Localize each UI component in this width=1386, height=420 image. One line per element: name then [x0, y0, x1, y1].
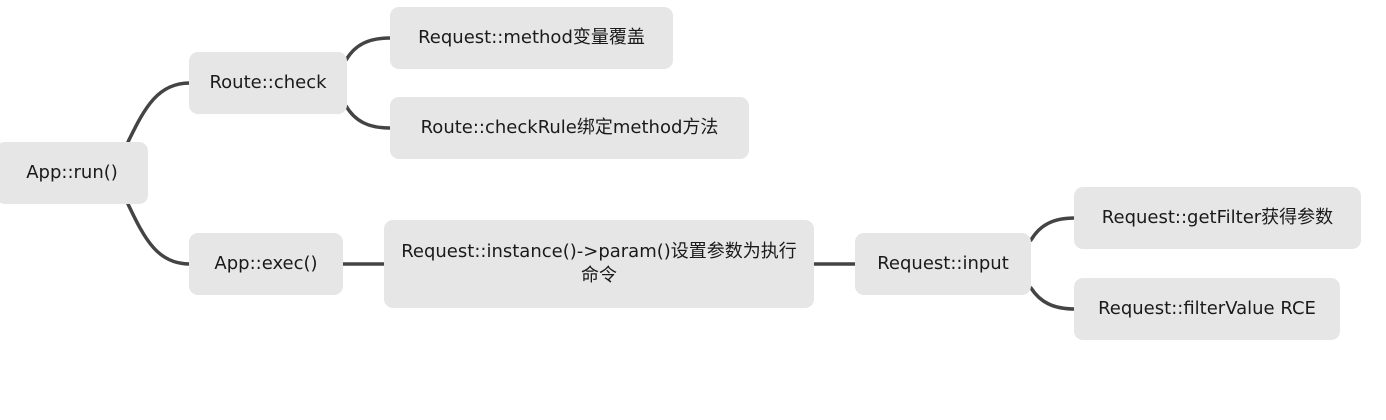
edge-app-run-to-app-exec — [126, 202, 192, 266]
edge-route-check-to-check-rule — [344, 104, 392, 130]
node-filter-value: Request::filterValue RCE — [1074, 278, 1340, 340]
node-request-input: Request::input — [855, 233, 1031, 295]
node-app-exec: App::exec() — [189, 233, 343, 295]
node-app-run-label: App::run() — [26, 162, 118, 183]
node-route-check-label: Route::check — [209, 72, 327, 93]
node-get-filter: Request::getFilter获得参数 — [1074, 187, 1361, 249]
node-get-filter-label: Request::getFilter获得参数 — [1101, 207, 1334, 228]
node-instance-param: Request::instance()->param()设置参数为执行命令 — [384, 220, 814, 308]
node-filter-value-label: Request::filterValue RCE — [1098, 298, 1316, 319]
node-method-override: Request::method变量覆盖 — [390, 7, 673, 69]
node-app-run: App::run() — [0, 142, 148, 204]
node-route-check: Route::check — [189, 52, 347, 114]
edge-request-input-to-get-filter — [1029, 216, 1077, 242]
node-check-rule: Route::checkRule绑定method方法 — [390, 97, 749, 159]
edge-route-check-to-method-override — [344, 36, 392, 62]
edge-request-input-to-filter-value — [1029, 286, 1077, 311]
node-app-exec-label: App::exec() — [214, 253, 318, 274]
node-check-rule-label: Route::checkRule绑定method方法 — [420, 117, 719, 138]
edge-app-run-to-route-check — [126, 81, 192, 144]
node-instance-param-label: Request::instance()->param()设置参数为执行命令 — [401, 241, 797, 286]
node-request-input-label: Request::input — [877, 253, 1009, 274]
node-method-override-label: Request::method变量覆盖 — [418, 27, 645, 48]
